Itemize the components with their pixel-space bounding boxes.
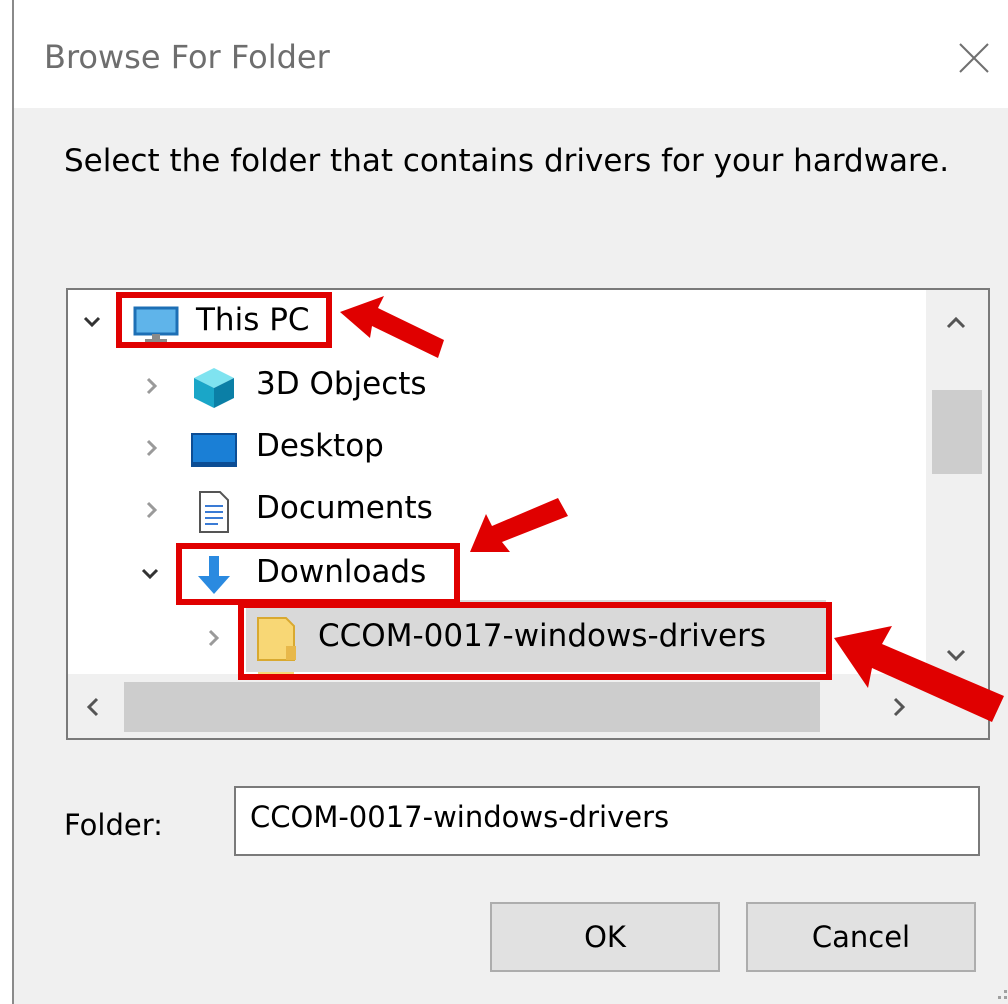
- instruction-text: Select the folder that contains drivers …: [64, 143, 950, 179]
- title-bar: Browse For Folder: [14, 0, 1008, 108]
- downloads-icon: [198, 556, 230, 594]
- tree-item-label: 3D Objects: [256, 366, 427, 402]
- chevron-right-icon[interactable]: [140, 498, 164, 522]
- tree-item-desktop[interactable]: Desktop: [68, 418, 918, 478]
- browse-for-folder-dialog: Browse For Folder Select the folder that…: [12, 0, 1008, 1004]
- scroll-down-icon[interactable]: [944, 648, 968, 664]
- scroll-left-icon[interactable]: [84, 696, 102, 718]
- tree-item-label: Desktop: [256, 428, 384, 464]
- chevron-right-icon[interactable]: [140, 436, 164, 460]
- scroll-right-icon[interactable]: [890, 696, 908, 718]
- chevron-down-icon[interactable]: [80, 310, 104, 334]
- tree-item-label: Documents: [256, 490, 433, 526]
- dialog-title: Browse For Folder: [44, 38, 330, 76]
- ok-button[interactable]: OK: [490, 902, 720, 972]
- cancel-button[interactable]: Cancel: [746, 902, 976, 972]
- folder-label: Folder:: [64, 808, 163, 842]
- tree-item-downloads[interactable]: Downloads: [68, 544, 918, 604]
- folder-field[interactable]: CCOM-0017-windows-drivers: [234, 786, 980, 856]
- folder-tree[interactable]: This PC 3D Objects Desktop Documents Dow…: [66, 288, 990, 740]
- desktop-icon: [191, 433, 237, 467]
- tree-item-this-pc[interactable]: This PC: [68, 292, 918, 352]
- folder-icon: [257, 617, 296, 661]
- tree-item-label: CCOM-0017-windows-drivers: [318, 618, 767, 654]
- tree-item-label: Downloads: [256, 554, 427, 590]
- scrollbar-corner: [926, 674, 988, 738]
- close-icon[interactable]: [956, 40, 992, 76]
- resize-grip-icon[interactable]: [992, 984, 1008, 1002]
- 3d-objects-icon: [194, 368, 234, 408]
- tree-item-label: This PC: [196, 302, 310, 338]
- scroll-up-icon[interactable]: [944, 314, 968, 330]
- horizontal-scrollbar[interactable]: [68, 674, 988, 738]
- chevron-down-icon[interactable]: [138, 562, 162, 586]
- tree-item-3d-objects[interactable]: 3D Objects: [68, 356, 918, 416]
- chevron-right-icon[interactable]: [140, 374, 164, 398]
- vertical-scroll-thumb[interactable]: [932, 390, 982, 474]
- tree-item-ccom-0017-windows-drivers[interactable]: CCOM-0017-windows-drivers: [68, 608, 918, 668]
- computer-icon: [133, 306, 179, 342]
- horizontal-scroll-thumb[interactable]: [124, 682, 820, 732]
- chevron-right-icon[interactable]: [202, 626, 226, 650]
- tree-item-documents[interactable]: Documents: [68, 480, 918, 540]
- documents-icon: [199, 491, 229, 533]
- vertical-scrollbar[interactable]: [926, 290, 988, 674]
